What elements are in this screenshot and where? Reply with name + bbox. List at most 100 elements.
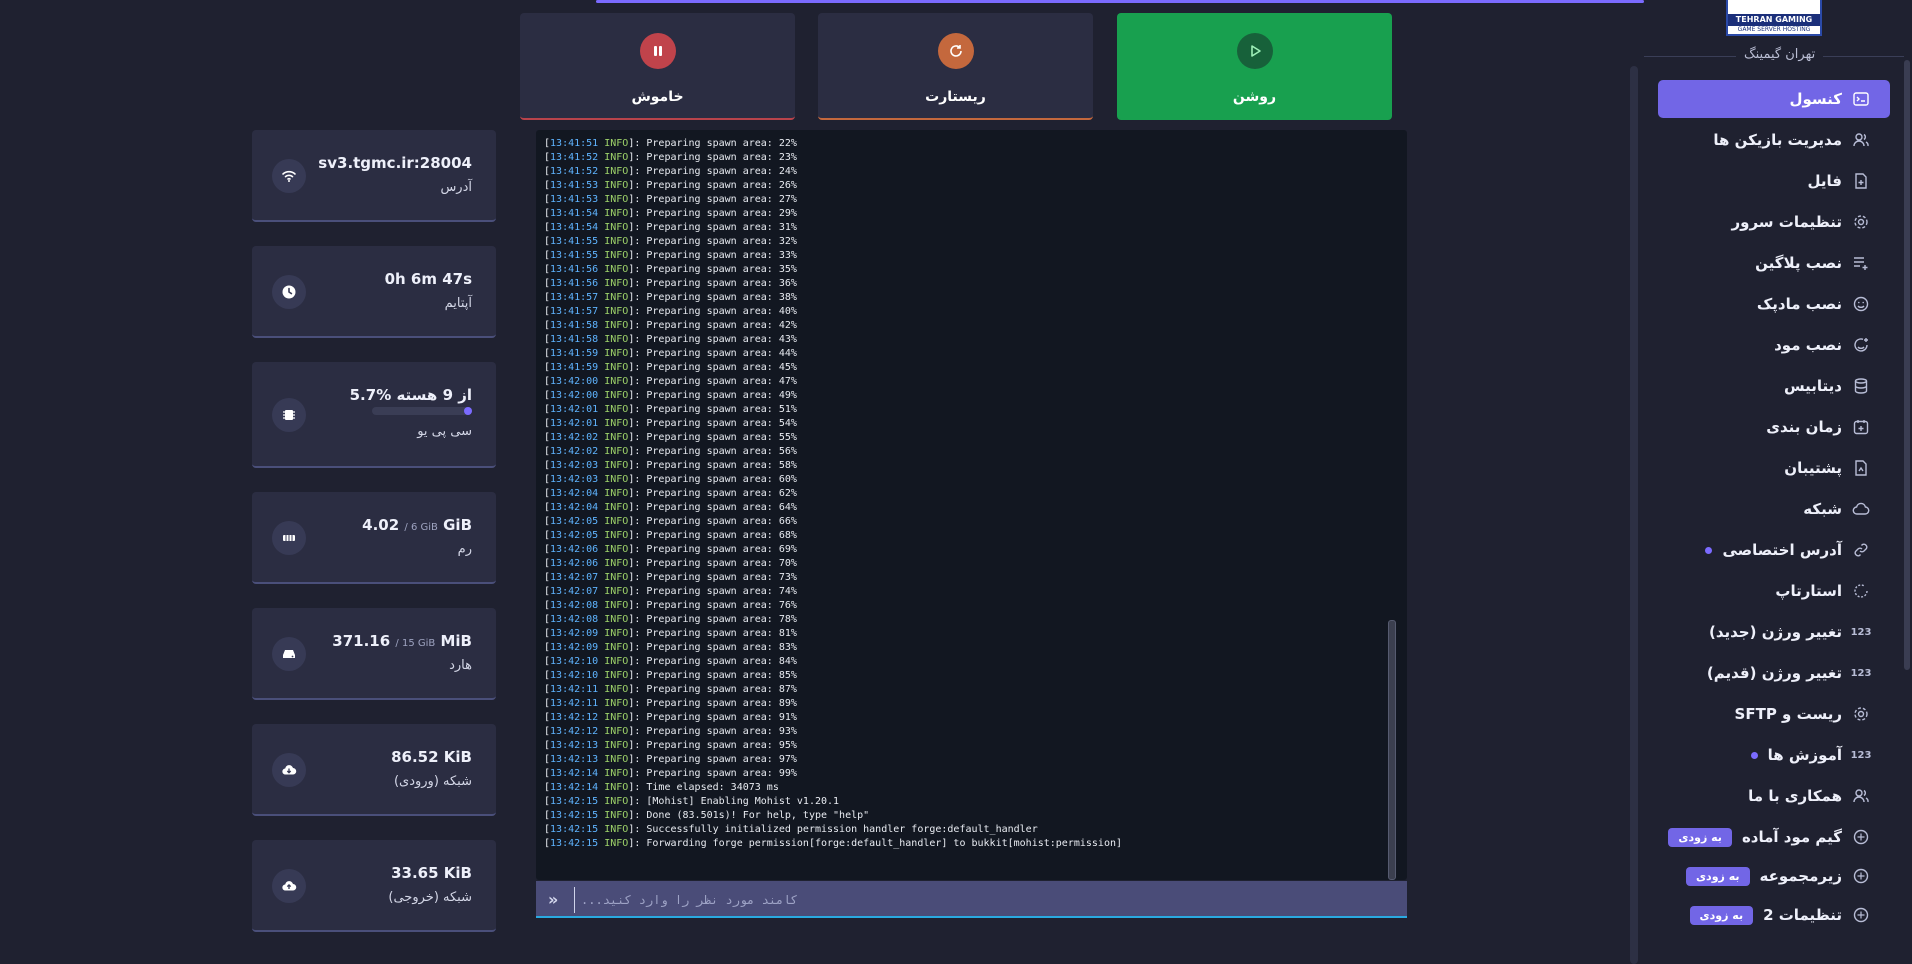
cpu-usage-bar <box>372 407 472 415</box>
console-line: [13:42:03 INFO]: Preparing spawn area: 6… <box>544 474 797 485</box>
sidebar-item-5[interactable]: نصب مادپک <box>1757 285 1870 323</box>
wheel-icon <box>1852 906 1870 924</box>
file-icon <box>1852 172 1870 190</box>
console-line: [13:42:04 INFO]: Preparing spawn area: 6… <box>544 502 797 513</box>
log-level: INFO <box>604 810 629 821</box>
sidebar-item-18[interactable]: گیم مود آماده به زودی <box>1668 818 1870 856</box>
sidebar-item-9[interactable]: پشتیبان <box>1784 449 1870 487</box>
log-level: INFO <box>604 334 629 345</box>
log-level: INFO <box>604 796 629 807</box>
numbers-icon: 123 <box>1850 667 1872 679</box>
log-timestamp: 13:42:05 <box>550 516 599 527</box>
log-level: INFO <box>604 726 629 737</box>
brand-logo[interactable]: TEHRAN GAMING GAME SERVER HOSTING <box>1726 0 1822 36</box>
face-add-icon <box>1852 336 1870 354</box>
console-log: [13:41:51 INFO]: Preparing spawn area: 2… <box>544 137 1122 851</box>
log-message: ]: Preparing spawn area: 38% <box>628 292 797 303</box>
net-in-value: 86.52 <box>391 748 439 766</box>
sidebar-item-label: گیم مود آماده <box>1741 828 1842 846</box>
sidebar-item-20[interactable]: تنظیمات 2 به زودی <box>1689 896 1870 934</box>
stat-card-disk: 371.16 / 15 GiB MiB هارد <box>252 608 496 700</box>
log-level: INFO <box>604 544 629 555</box>
log-message: ]: Preparing spawn area: 23% <box>628 152 797 163</box>
net-in-unit: KiB <box>443 748 472 766</box>
log-message: ]: Preparing spawn area: 51% <box>628 404 797 415</box>
stat-card-net-in: 86.52 KiB شبکه (ورودی) <box>252 724 496 816</box>
stop-button[interactable]: خاموش <box>520 13 795 120</box>
stat-value[interactable]: sv3.tgmc.ir:28004 <box>318 154 472 172</box>
console-icon <box>1852 90 1870 108</box>
log-timestamp: 13:41:56 <box>550 278 599 289</box>
page-scrollbar[interactable] <box>1630 66 1638 964</box>
sidebar-item-label: ریست و SFTP <box>1734 705 1842 723</box>
sidebar-item-13[interactable]: 123 تغییر ورژن (جدید) <box>1709 613 1871 651</box>
console-line: [13:42:00 INFO]: Preparing spawn area: 4… <box>544 390 797 401</box>
log-level: INFO <box>604 838 629 849</box>
sidebar-item-12[interactable]: استارتاپ <box>1775 572 1870 610</box>
sidebar-item-10[interactable]: شبکه <box>1803 490 1870 528</box>
gear-icon <box>1852 705 1870 723</box>
cloud-download-icon <box>272 753 306 787</box>
command-input[interactable] <box>574 887 1363 913</box>
sidebar-item-4[interactable]: نصب پلاگین <box>1755 244 1870 282</box>
disk-icon <box>272 637 306 671</box>
log-level: INFO <box>604 278 629 289</box>
console-line: [13:42:00 INFO]: Preparing spawn area: 4… <box>544 376 797 387</box>
restart-button[interactable]: ریستارت <box>818 13 1093 120</box>
sidebar-item-3[interactable]: تنظیمات سرور <box>1731 203 1870 241</box>
sidebar-item-16[interactable]: 123 آموزش ها <box>1750 736 1871 774</box>
log-message: ]: Preparing spawn area: 70% <box>628 558 797 569</box>
ram-unit: GiB <box>443 516 472 534</box>
ram-limit: / 6 GiB <box>404 522 438 533</box>
sidebar-item-0[interactable]: کنسول <box>1789 80 1870 118</box>
start-button[interactable]: روشن <box>1117 13 1392 120</box>
log-message: ]: Preparing spawn area: 87% <box>628 684 797 695</box>
sidebar-item-1[interactable]: مدیریت بازیکن ها <box>1713 121 1870 159</box>
console-line: [13:41:59 INFO]: Preparing spawn area: 4… <box>544 348 797 359</box>
sidebar-item-label: استارتاپ <box>1775 582 1842 600</box>
calendar-icon <box>1852 418 1870 436</box>
stat-value: 86.52 KiB <box>391 748 472 766</box>
disk-limit: / 15 GiB <box>395 638 436 649</box>
stat-card-ram: 4.02 / 6 GiB GiB رم <box>252 492 496 584</box>
log-level: INFO <box>604 824 629 835</box>
sidebar-item-label: تنظیمات سرور <box>1731 213 1842 231</box>
log-timestamp: 13:42:02 <box>550 446 599 457</box>
console-scrollbar[interactable] <box>1388 620 1396 880</box>
sidebar-item-8[interactable]: زمان بندی <box>1766 408 1870 446</box>
log-timestamp: 13:42:05 <box>550 530 599 541</box>
sidebar-item-15[interactable]: ریست و SFTP <box>1735 695 1870 733</box>
log-timestamp: 13:42:00 <box>550 376 599 387</box>
log-message: ]: Preparing spawn area: 68% <box>628 530 797 541</box>
stat-card-uptime: 0h 6m 47s آپتایم <box>252 246 496 338</box>
console-line: [13:41:52 INFO]: Preparing spawn area: 2… <box>544 166 797 177</box>
sidebar-item-19[interactable]: زیرمجموعه به زودی <box>1685 857 1870 895</box>
log-timestamp: 13:41:52 <box>550 166 599 177</box>
console-line: [13:41:53 INFO]: Preparing spawn area: 2… <box>544 194 797 205</box>
log-level: INFO <box>604 474 629 485</box>
log-message: ]: Preparing spawn area: 84% <box>628 656 797 667</box>
sidebar-scrollbar[interactable] <box>1904 60 1910 670</box>
sidebar-item-label: نصب مود <box>1774 336 1842 354</box>
log-message: ]: Forwarding forge permission[forge:def… <box>628 838 1123 849</box>
sidebar-item-label: زمان بندی <box>1766 418 1842 436</box>
log-timestamp: 13:41:59 <box>550 348 599 359</box>
new-indicator-dot <box>1705 546 1713 554</box>
sidebar-item-6[interactable]: نصب مود <box>1774 326 1870 364</box>
sidebar-item-17[interactable]: همکاری با ما <box>1748 777 1870 815</box>
log-message: ]: Preparing spawn area: 44% <box>628 348 797 359</box>
console-output[interactable]: [13:41:51 INFO]: Preparing spawn area: 2… <box>536 130 1407 880</box>
sidebar-item-7[interactable]: دیتابیس <box>1784 367 1870 405</box>
sidebar-item-11[interactable]: آدرس اختصاصی <box>1705 531 1870 569</box>
coming-soon-badge: به زودی <box>1668 827 1732 847</box>
sidebar-item-label: شبکه <box>1803 500 1842 518</box>
log-level: INFO <box>604 418 629 429</box>
cpu-usage-fill <box>464 407 472 415</box>
log-timestamp: 13:42:13 <box>550 754 599 765</box>
log-level: INFO <box>604 642 629 653</box>
console-line: [13:41:53 INFO]: Preparing spawn area: 2… <box>544 180 797 191</box>
sidebar-item-2[interactable]: فایل <box>1808 162 1870 200</box>
sidebar-item-14[interactable]: 123 تغییر ورژن (قدیم) <box>1707 654 1872 692</box>
play-icon <box>1236 33 1273 69</box>
log-level: INFO <box>604 236 629 247</box>
